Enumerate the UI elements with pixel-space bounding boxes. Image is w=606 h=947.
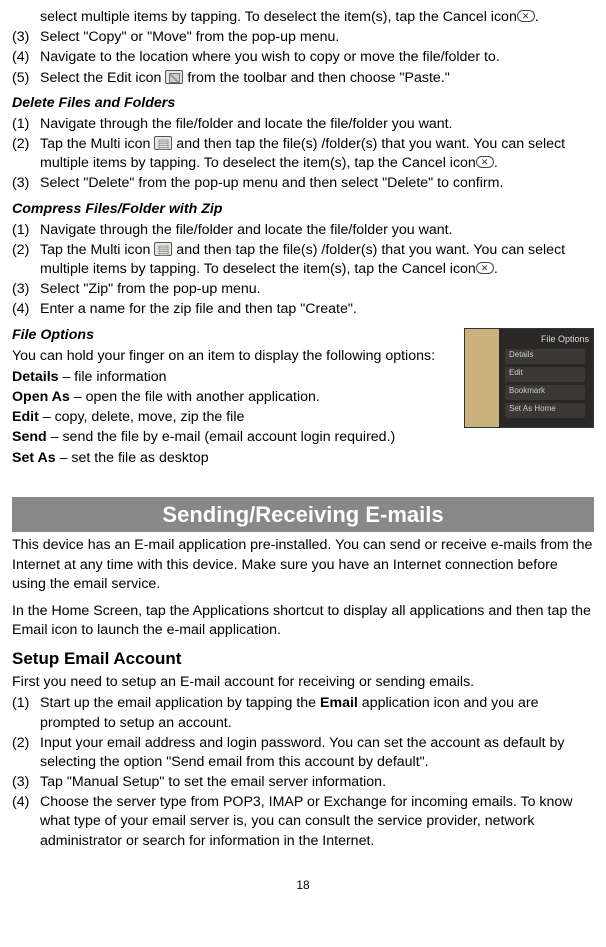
zip-step-1: (1) Navigate through the file/folder and… — [12, 221, 594, 240]
email-paragraph-1: This device has an E-mail application pr… — [12, 536, 594, 594]
thumb-title: File Options — [541, 333, 589, 345]
step-number: (1) — [12, 221, 40, 240]
email-step-1: (1) Start up the email application by ta… — [12, 694, 594, 732]
multi-icon — [154, 136, 172, 150]
cancel-icon — [476, 262, 494, 274]
del-step-1: (1) Navigate through the file/folder and… — [12, 115, 594, 134]
step-text: Navigate through the file/folder and loc… — [40, 221, 594, 240]
multi-icon — [154, 242, 172, 256]
edit-icon — [165, 70, 183, 84]
zip-step-3: (3) Select "Zip" from the pop-up menu. — [12, 280, 594, 299]
thumb-item: Bookmark — [505, 385, 585, 400]
step-text: Select "Copy" or "Move" from the pop-up … — [40, 28, 594, 47]
step-number: (2) — [12, 135, 40, 173]
del-step-3: (3) Select "Delete" from the pop-up menu… — [12, 174, 594, 193]
step-text: Select "Delete" from the pop-up menu and… — [40, 174, 594, 193]
step-number: (3) — [12, 28, 40, 47]
email-step-2: (2) Input your email address and login p… — [12, 734, 594, 772]
step-number: (2) — [12, 241, 40, 279]
step-number: (3) — [12, 280, 40, 299]
email-step-3: (3) Tap "Manual Setup" to set the email … — [12, 773, 594, 792]
step-text: Enter a name for the zip file and then t… — [40, 300, 594, 319]
email-paragraph-2: In the Home Screen, tap the Applications… — [12, 602, 594, 640]
thumb-item: Set As Home — [505, 403, 585, 418]
step-number: (4) — [12, 300, 40, 319]
file-options-screenshot: File Options Details Edit Bookmark Set A… — [464, 328, 594, 428]
step-text: Select "Zip" from the pop-up menu. — [40, 280, 594, 299]
option-setas: Set As – set the file as desktop — [12, 449, 594, 468]
step-text: Select the Edit icon from the toolbar an… — [40, 69, 594, 88]
step-text: Navigate through the file/folder and loc… — [40, 115, 594, 134]
option-send: Send – send the file by e-mail (email ac… — [12, 428, 594, 447]
step-text: Input your email address and login passw… — [40, 734, 594, 772]
setup-intro: First you need to setup an E-mail accoun… — [12, 673, 594, 692]
step-text: Navigate to the location where you wish … — [40, 48, 594, 67]
step-text: Tap the Multi icon and then tap the file… — [40, 241, 594, 279]
zip-step-2: (2) Tap the Multi icon and then tap the … — [12, 241, 594, 279]
continuation-line: select multiple items by tapping. To des… — [40, 8, 594, 27]
step-number: (1) — [12, 694, 40, 732]
step-text: Choose the server type from POP3, IMAP o… — [40, 793, 594, 851]
step-5: (5) Select the Edit icon from the toolba… — [12, 69, 594, 88]
step-text: Start up the email application by tappin… — [40, 694, 594, 732]
page-number: 18 — [12, 877, 594, 893]
cancel-icon — [476, 156, 494, 168]
thumb-item: Edit — [505, 367, 585, 382]
step-number: (4) — [12, 48, 40, 67]
step-text: Tap the Multi icon and then tap the file… — [40, 135, 594, 173]
section-delete-title: Delete Files and Folders — [12, 94, 594, 113]
section-zip-title: Compress Files/Folder with Zip — [12, 200, 594, 219]
email-step-4: (4) Choose the server type from POP3, IM… — [12, 793, 594, 851]
step-number: (4) — [12, 793, 40, 851]
step-number: (1) — [12, 115, 40, 134]
step-4: (4) Navigate to the location where you w… — [12, 48, 594, 67]
step-number: (5) — [12, 69, 40, 88]
step-number: (2) — [12, 734, 40, 772]
step-3: (3) Select "Copy" or "Move" from the pop… — [12, 28, 594, 47]
cancel-icon — [517, 10, 535, 22]
zip-step-4: (4) Enter a name for the zip file and th… — [12, 300, 594, 319]
step-number: (3) — [12, 174, 40, 193]
section-bar-email: Sending/Receiving E-mails — [12, 497, 594, 533]
setup-email-heading: Setup Email Account — [12, 648, 594, 671]
thumb-item: Details — [505, 349, 585, 364]
step-text: Tap "Manual Setup" to set the email serv… — [40, 773, 594, 792]
step-number: (3) — [12, 773, 40, 792]
del-step-2: (2) Tap the Multi icon and then tap the … — [12, 135, 594, 173]
